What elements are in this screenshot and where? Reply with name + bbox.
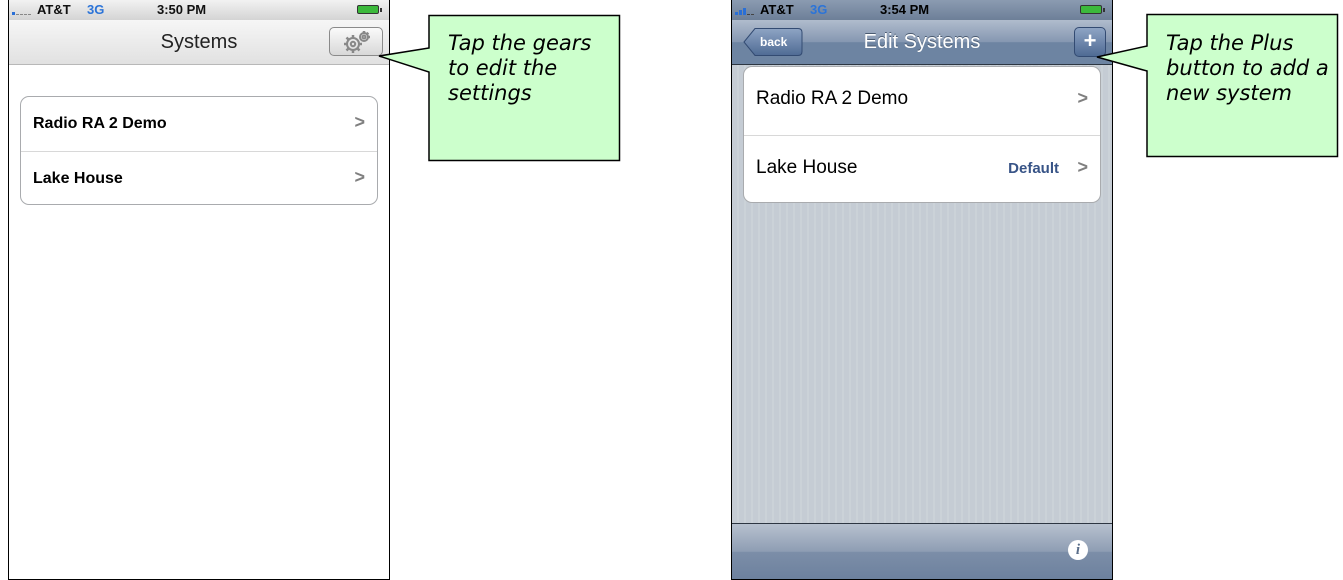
settings-gear-button[interactable]	[329, 27, 383, 56]
status-time: 3:54 PM	[880, 2, 930, 17]
status-bar: AT&T 3G 3:54 PM	[732, 0, 1112, 20]
callout-text: Tap the gears to edit the settings	[448, 31, 592, 105]
network-type: 3G	[810, 2, 828, 17]
page-title: Edit Systems	[863, 31, 981, 53]
network-type: 3G	[87, 2, 105, 17]
navigation-bar: Systems	[9, 20, 389, 65]
battery-icon	[357, 5, 382, 14]
list-item-label: Lake House	[756, 157, 858, 178]
default-badge: Default	[1008, 160, 1059, 177]
chevron-right-icon: >	[1077, 88, 1088, 108]
chevron-right-icon: >	[1077, 157, 1088, 177]
status-bar: AT&T 3G 3:50 PM	[9, 0, 389, 21]
edit-systems-list: Radio RA 2 Demo > Lake House Default >	[743, 66, 1101, 203]
list-item[interactable]: Radio RA 2 Demo >	[744, 67, 1100, 136]
callout-text: Tap the Plus button to add a new system	[1166, 31, 1329, 105]
navigation-bar: back Edit Systems +	[732, 20, 1112, 65]
edit-systems-screen: AT&T 3G 3:54 PM back Edit Systems + Radi…	[731, 0, 1113, 580]
info-icon: i	[1075, 542, 1081, 558]
list-item-label: Lake House	[33, 170, 123, 187]
gears-callout: Tap the gears to edit the settings	[377, 14, 621, 162]
systems-list: Radio RA 2 Demo > Lake House >	[20, 96, 378, 205]
list-item[interactable]: Radio RA 2 Demo >	[21, 97, 377, 152]
list-item-label: Radio RA 2 Demo	[756, 88, 909, 109]
carrier-name: AT&T	[37, 2, 71, 17]
status-time: 3:50 PM	[157, 2, 207, 17]
list-item[interactable]: Lake House Default >	[744, 136, 1100, 202]
carrier-name: AT&T	[760, 2, 794, 17]
systems-screen: AT&T 3G 3:50 PM Systems Radio RA 2 Demo …	[8, 0, 390, 580]
plus-callout: Tap the Plus button to add a new system	[1095, 13, 1339, 158]
chevron-right-icon: >	[354, 112, 365, 132]
signal-strength-icon	[735, 7, 757, 15]
signal-strength-icon	[12, 7, 34, 15]
gear-icon	[344, 31, 370, 53]
chevron-right-icon: >	[354, 167, 365, 187]
list-item[interactable]: Lake House >	[21, 152, 377, 204]
list-item-label: Radio RA 2 Demo	[33, 115, 167, 132]
info-button[interactable]: i	[1068, 540, 1088, 560]
bottom-toolbar: i	[732, 523, 1112, 579]
